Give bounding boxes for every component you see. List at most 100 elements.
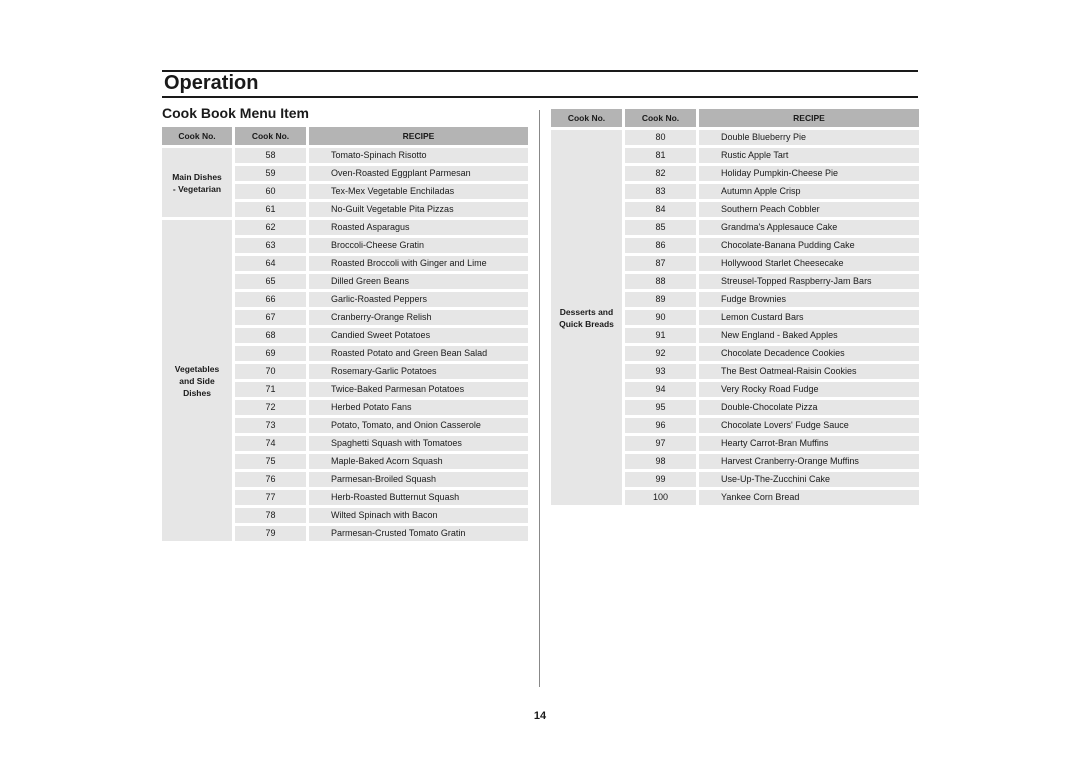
recipe-cell: Garlic-Roasted Peppers [309, 292, 528, 307]
cook-no-cell: 63 [235, 238, 306, 253]
recipe-cell: Tomato-Spinach Risotto [309, 148, 528, 163]
cook-no-cell: 76 [235, 472, 306, 487]
recipe-cell: Candied Sweet Potatoes [309, 328, 528, 343]
category-cell: Vegetables and Side Dishes [162, 220, 232, 541]
cook-no-cell: 67 [235, 310, 306, 325]
cook-no-cell: 72 [235, 400, 306, 415]
recipe-cell: Potato, Tomato, and Onion Casserole [309, 418, 528, 433]
recipe-cell: Oven-Roasted Eggplant Parmesan [309, 166, 528, 181]
recipe-cell: Holiday Pumpkin-Cheese Pie [699, 166, 919, 181]
recipe-cell: Twice-Baked Parmesan Potatoes [309, 382, 528, 397]
cook-no-cell: 62 [235, 220, 306, 235]
cook-no-cell: 87 [625, 256, 696, 271]
recipe-cell: Roasted Broccoli with Ginger and Lime [309, 256, 528, 271]
recipe-cell: Harvest Cranberry-Orange Muffins [699, 454, 919, 469]
recipe-cell: Very Rocky Road Fudge [699, 382, 919, 397]
recipe-cell: Chocolate Decadence Cookies [699, 346, 919, 361]
cook-no-cell: 85 [625, 220, 696, 235]
recipe-cell: Double Blueberry Pie [699, 130, 919, 145]
cook-no-cell: 84 [625, 202, 696, 217]
recipe-cell: The Best Oatmeal-Raisin Cookies [699, 364, 919, 379]
recipe-cell: Double-Chocolate Pizza [699, 400, 919, 415]
table-row: Vegetables and Side Dishes 62 Roasted Aspara… [162, 220, 528, 541]
cook-no-cell: 71 [235, 382, 306, 397]
recipe-cell: Herb-Roasted Butternut Squash [309, 490, 528, 505]
cook-no-cell: 82 [625, 166, 696, 181]
header-category: Cook No. [551, 109, 622, 127]
cook-no-cell: 59 [235, 166, 306, 181]
recipe-cell: Herbed Potato Fans [309, 400, 528, 415]
cook-no-cell: 79 [235, 526, 306, 541]
recipe-cell: New England - Baked Apples [699, 328, 919, 343]
recipe-cell: No-Guilt Vegetable Pita Pizzas [309, 202, 528, 217]
cook-no-cell: 98 [625, 454, 696, 469]
recipe-cell: Parmesan-Crusted Tomato Gratin [309, 526, 528, 541]
cook-no-cell: 90 [625, 310, 696, 325]
cook-no-cell: 97 [625, 436, 696, 451]
recipe-cell: Use-Up-The-Zucchini Cake [699, 472, 919, 487]
column-divider [539, 110, 540, 687]
recipe-cell: Wilted Spinach with Bacon [309, 508, 528, 523]
table-header-row: Cook No. Cook No. RECIPE [551, 109, 919, 127]
recipe-cell: Grandma's Applesauce Cake [699, 220, 919, 235]
cook-no-cell: 93 [625, 364, 696, 379]
sub-title: Cook Book Menu Item [162, 105, 310, 121]
cook-no-cell: 65 [235, 274, 306, 289]
recipe-cell: Autumn Apple Crisp [699, 184, 919, 199]
recipe-cell: Southern Peach Cobbler [699, 202, 919, 217]
cook-no-cell: 81 [625, 148, 696, 163]
cook-no-cell: 95 [625, 400, 696, 415]
cook-no-cell: 86 [625, 238, 696, 253]
recipe-cell: Tex-Mex Vegetable Enchiladas [309, 184, 528, 199]
cook-no-cell: 77 [235, 490, 306, 505]
recipe-cell: Hearty Carrot-Bran Muffins [699, 436, 919, 451]
cook-no-cell: 88 [625, 274, 696, 289]
cook-no-cell: 61 [235, 202, 306, 217]
category-cell: Main Dishes - Vegetarian [162, 148, 232, 217]
table-row: Main Dishes - Vegetarian 58 Tomato-Spinach … [162, 148, 528, 217]
header-recipe: RECIPE [309, 127, 528, 145]
recipe-cell: Roasted Potato and Green Bean Salad [309, 346, 528, 361]
recipe-cell: Broccoli-Cheese Gratin [309, 238, 528, 253]
recipe-cell: Parmesan-Broiled Squash [309, 472, 528, 487]
cook-no-cell: 89 [625, 292, 696, 307]
cook-no-cell: 83 [625, 184, 696, 199]
recipe-cell: Rustic Apple Tart [699, 148, 919, 163]
recipe-cell: Maple-Baked Acorn Squash [309, 454, 528, 469]
cook-no-cell: 58 [235, 148, 306, 163]
cook-no-cell: 91 [625, 328, 696, 343]
recipe-cell: Cranberry-Orange Relish [309, 310, 528, 325]
cook-no-cell: 68 [235, 328, 306, 343]
header-category: Cook No. [162, 127, 232, 145]
cook-no-cell: 60 [235, 184, 306, 199]
cook-no-cell: 80 [625, 130, 696, 145]
cook-no-cell: 75 [235, 454, 306, 469]
section-title: Operation [164, 72, 259, 94]
category-cell: Desserts and Quick Breads [551, 130, 622, 505]
cook-no-cell: 94 [625, 382, 696, 397]
cook-book-table-right: Cook No. Cook No. RECIPE Desserts and Qui… [548, 106, 922, 508]
title-underline-rule [162, 96, 918, 98]
header-cook-no: Cook No. [235, 127, 306, 145]
recipe-cell: Hollywood Starlet Cheesecake [699, 256, 919, 271]
cook-no-cell: 100 [625, 490, 696, 505]
cook-no-cell: 96 [625, 418, 696, 433]
recipe-cell: Yankee Corn Bread [699, 490, 919, 505]
cook-no-cell: 66 [235, 292, 306, 307]
cook-no-cell: 99 [625, 472, 696, 487]
top-rule [162, 70, 918, 72]
header-recipe: RECIPE [699, 109, 919, 127]
recipe-cell: Roasted Asparagus [309, 220, 528, 235]
recipe-cell: Dilled Green Beans [309, 274, 528, 289]
recipe-cell: Fudge Brownies [699, 292, 919, 307]
cook-no-cell: 64 [235, 256, 306, 271]
cook-no-cell: 78 [235, 508, 306, 523]
table-header-row: Cook No. Cook No. RECIPE [162, 127, 528, 145]
recipe-cell: Chocolate-Banana Pudding Cake [699, 238, 919, 253]
cook-no-cell: 73 [235, 418, 306, 433]
cook-no-cell: 69 [235, 346, 306, 361]
table-row: Desserts and Quick Breads 80 Double Blueber… [551, 130, 919, 505]
cook-no-cell: 70 [235, 364, 306, 379]
recipe-cell: Chocolate Lovers' Fudge Sauce [699, 418, 919, 433]
page-number: 14 [533, 710, 547, 722]
